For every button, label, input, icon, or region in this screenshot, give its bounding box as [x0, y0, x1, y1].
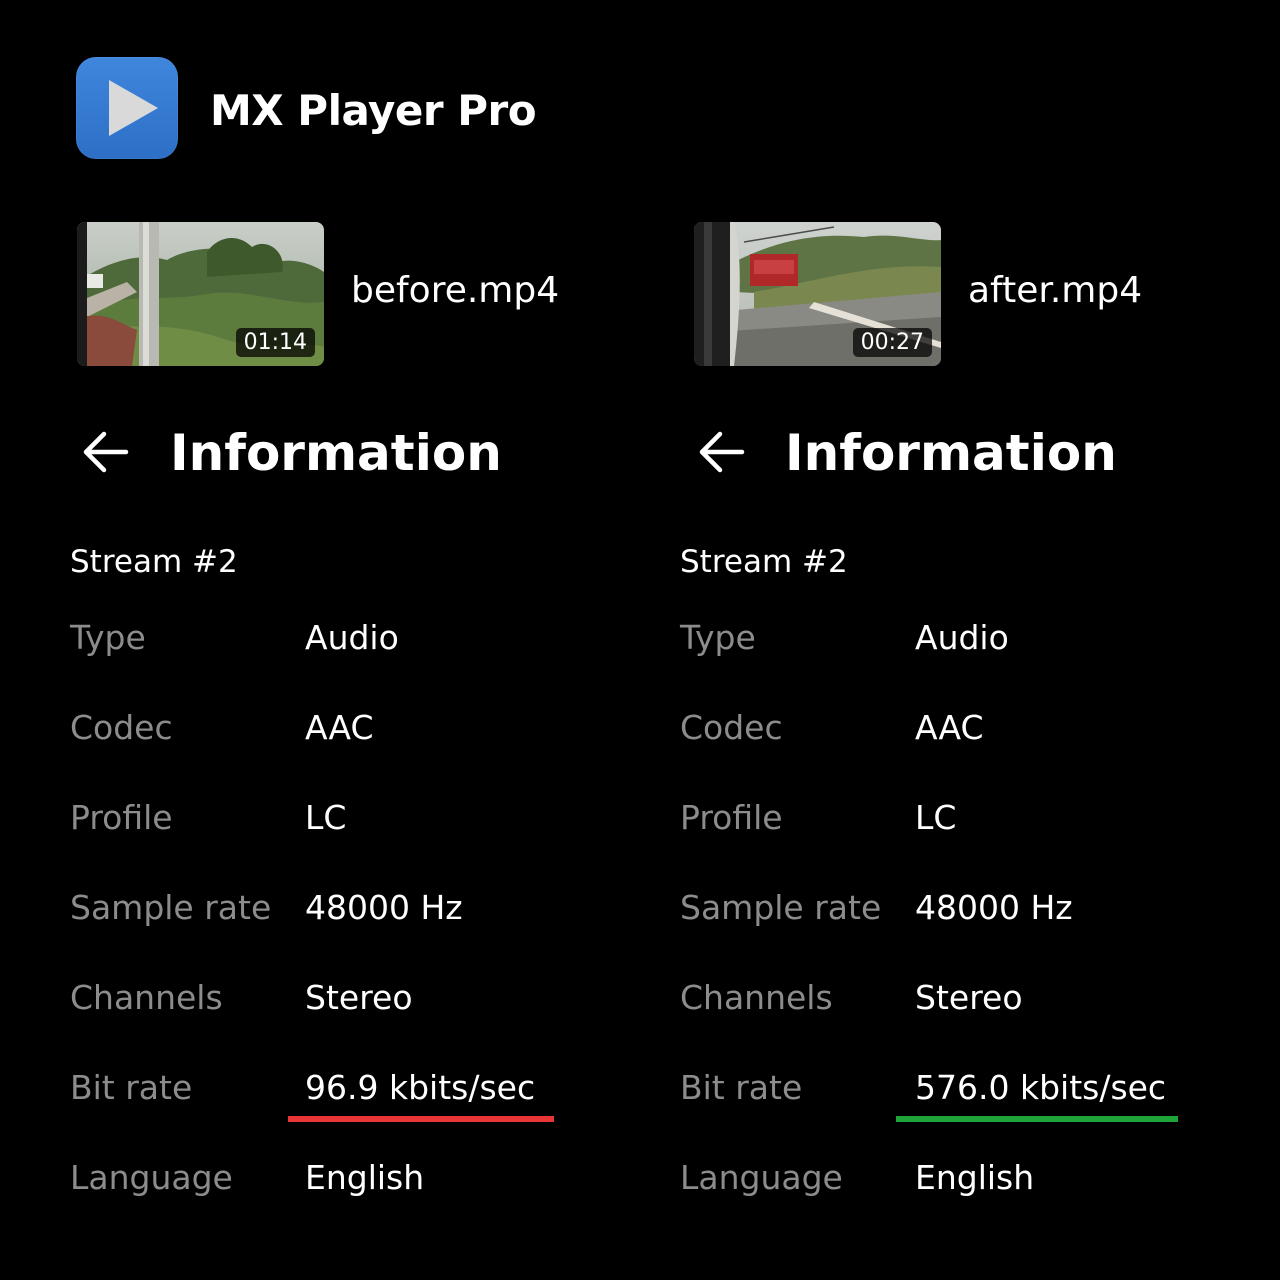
profile-value: LC	[915, 798, 957, 837]
bit-rate-label: Bit rate	[70, 1068, 193, 1107]
bit-rate-highlight-underline	[896, 1116, 1178, 1122]
channels-value: Stereo	[915, 978, 1023, 1017]
language-label: Language	[680, 1158, 843, 1197]
channels-label: Channels	[680, 978, 833, 1017]
codec-label: Codec	[70, 708, 173, 747]
file-name: before.mp4	[351, 270, 560, 311]
bit-rate-value: 96.9 kbits/sec	[305, 1068, 536, 1107]
after-info-panel: 00:27 after.mp4 Information Stream #2 Ty…	[610, 0, 1230, 1280]
sample-rate-value: 48000 Hz	[915, 888, 1073, 927]
back-arrow-icon[interactable]	[696, 428, 746, 476]
stream-header: Stream #2	[70, 544, 238, 580]
bit-rate-value: 576.0 kbits/sec	[915, 1068, 1167, 1107]
file-name: after.mp4	[968, 270, 1143, 311]
bit-rate-label: Bit rate	[680, 1068, 803, 1107]
stream-header: Stream #2	[680, 544, 848, 580]
bit-rate-highlight-underline	[288, 1116, 554, 1122]
profile-label: Profile	[680, 798, 783, 837]
sample-rate-label: Sample rate	[680, 888, 882, 927]
video-thumbnail-before[interactable]: 01:14	[77, 222, 324, 366]
profile-label: Profile	[70, 798, 173, 837]
language-value: English	[305, 1158, 425, 1197]
sample-rate-label: Sample rate	[70, 888, 272, 927]
sample-rate-value: 48000 Hz	[305, 888, 463, 927]
back-arrow-icon[interactable]	[80, 428, 130, 476]
language-label: Language	[70, 1158, 233, 1197]
video-thumbnail-after[interactable]: 00:27	[694, 222, 941, 366]
codec-value: AAC	[305, 708, 374, 747]
codec-value: AAC	[915, 708, 984, 747]
codec-label: Codec	[680, 708, 783, 747]
page-title: Information	[785, 424, 1117, 482]
type-value: Audio	[915, 618, 1009, 657]
channels-value: Stereo	[305, 978, 413, 1017]
profile-value: LC	[305, 798, 347, 837]
language-value: English	[915, 1158, 1035, 1197]
video-duration: 00:27	[852, 328, 932, 357]
channels-label: Channels	[70, 978, 223, 1017]
type-label: Type	[70, 618, 146, 657]
before-info-panel: 01:14 before.mp4 Information Stream #2 T…	[0, 0, 620, 1280]
type-label: Type	[680, 618, 756, 657]
video-duration: 01:14	[235, 328, 315, 357]
page-title: Information	[170, 424, 502, 482]
type-value: Audio	[305, 618, 399, 657]
